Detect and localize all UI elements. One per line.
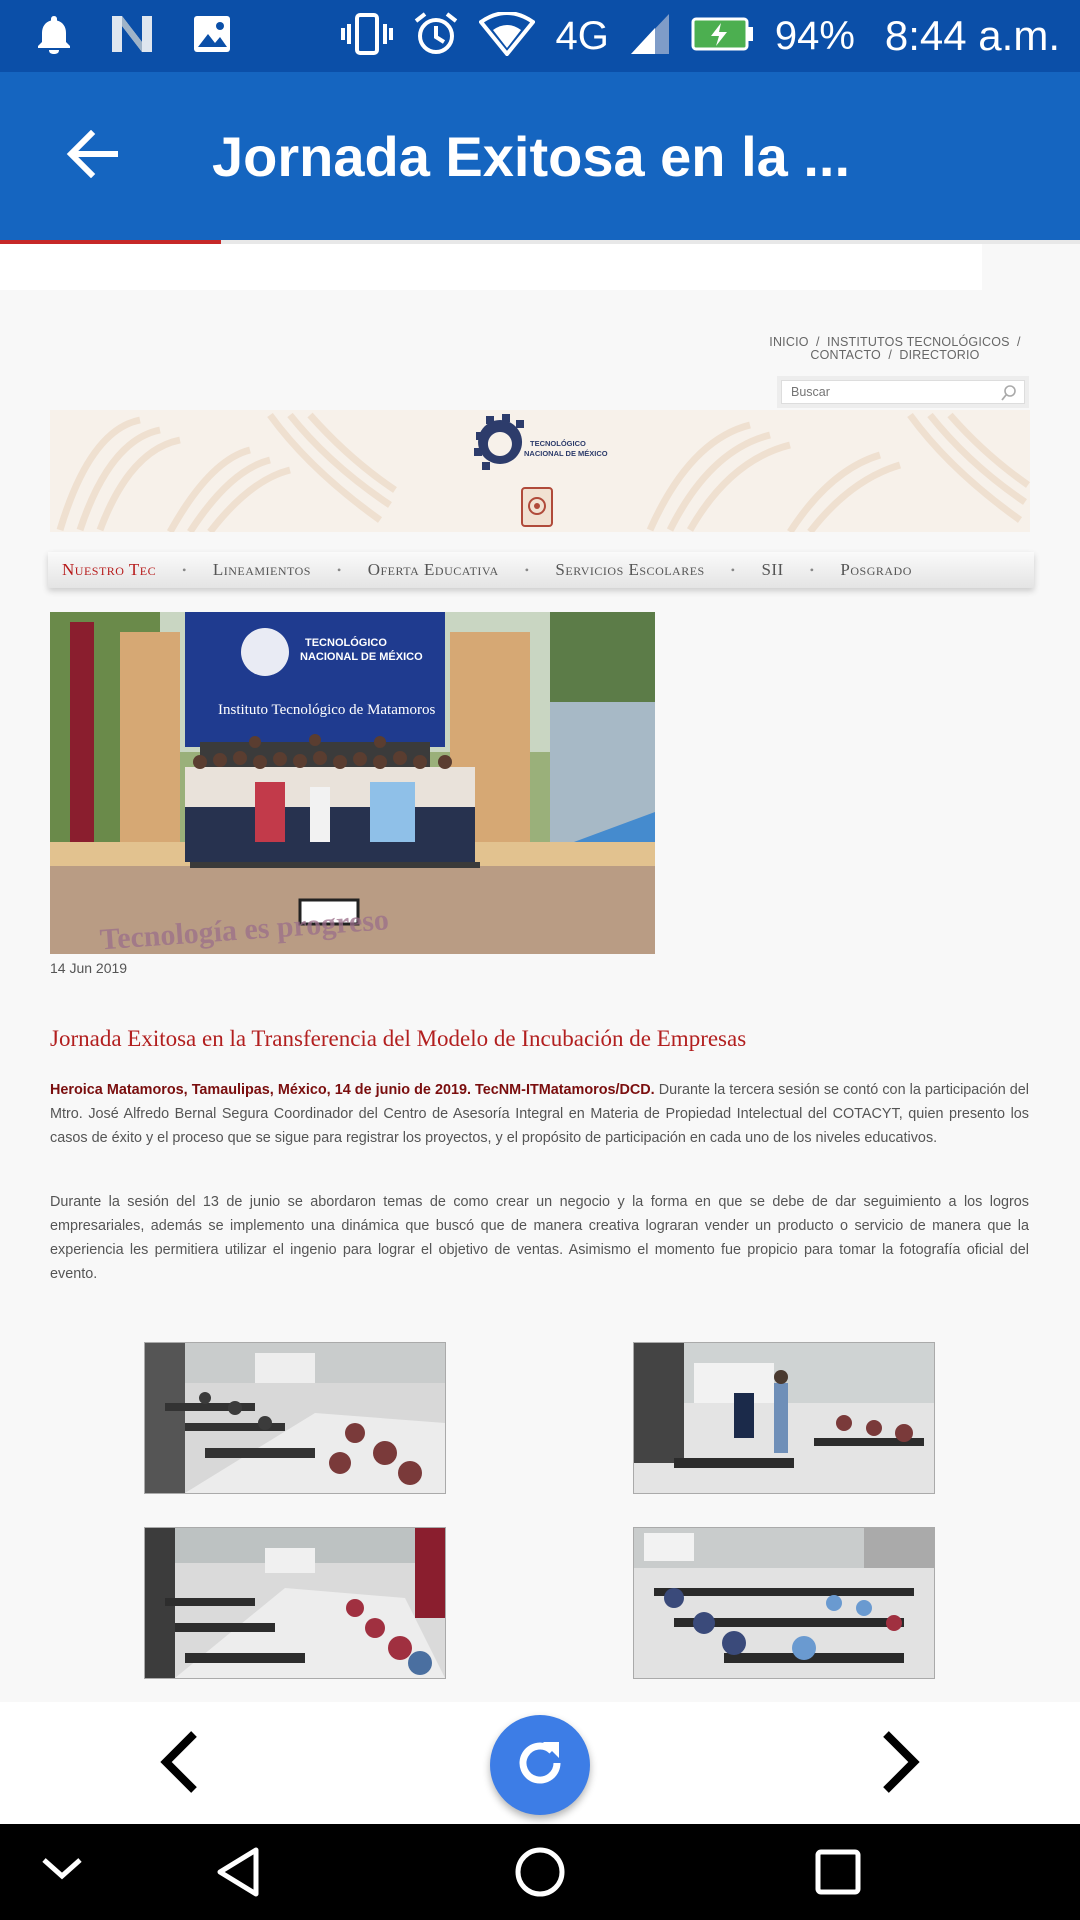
svg-text:NACIONAL DE MÉXICO: NACIONAL DE MÉXICO — [524, 449, 608, 458]
article-date: 14 Jun 2019 — [50, 960, 128, 976]
article-title: Jornada Exitosa en la Transferencia del … — [50, 1026, 747, 1051]
search-box — [777, 376, 1029, 408]
n-icon — [110, 14, 154, 59]
main-nav: Nuestro Tec • Lineamientos • Oferta Educ… — [48, 552, 1034, 588]
collapse-icon — [40, 1858, 84, 1888]
wifi-icon — [478, 10, 537, 61]
alarm-icon — [413, 11, 459, 62]
nav-posgrado[interactable]: Posgrado — [840, 560, 911, 580]
recents-square-icon — [814, 1849, 862, 1900]
article-hero-photo[interactable]: TECNOLÓGICO NACIONAL DE MÉXICO Instituto… — [50, 612, 655, 954]
gallery-photo-2[interactable] — [633, 1342, 935, 1494]
status-bar: 4G 94% 8:44 a.m. — [0, 0, 1080, 72]
link-directorio[interactable]: DIRECTORIO — [899, 348, 979, 362]
chevron-left-icon — [150, 1731, 210, 1798]
webview-top-band — [0, 244, 982, 290]
page-title: Jornada Exitosa en la ... — [212, 124, 851, 188]
next-page-button[interactable] — [870, 1730, 930, 1794]
logo-text-line2: NACIONAL DE MÉXICO — [524, 449, 608, 458]
home-circle-icon — [514, 1847, 566, 1902]
browser-bottom-bar — [0, 1702, 1080, 1824]
top-links: INICIO / INSTITUTOS TECNOLÓGICOS / CONTA… — [769, 335, 1021, 362]
nav-lineamientos[interactable]: Lineamientos — [213, 560, 311, 580]
banner-pattern-left — [56, 412, 397, 532]
refresh-button[interactable] — [490, 1715, 590, 1815]
system-home-button[interactable] — [514, 1846, 566, 1903]
bell-icon — [36, 14, 72, 59]
tecnm-logo[interactable]: TECNOLÓGICO NACIONAL DE MÉXICO — [472, 414, 612, 532]
hero-sign-line3: Instituto Tecnológico de Matamoros — [218, 702, 436, 718]
nav-oferta-educativa[interactable]: Oferta Educativa — [368, 560, 499, 580]
link-inicio[interactable]: INICIO — [769, 335, 808, 349]
hero-sign-line1: TECNOLÓGICO — [305, 636, 387, 649]
site-banner: TECNOLÓGICO NACIONAL DE MÉXICO — [50, 410, 1030, 532]
back-triangle-icon — [214, 1847, 262, 1902]
nav-nuestro-tec[interactable]: Nuestro Tec — [62, 560, 156, 580]
signal-icon — [629, 12, 671, 61]
prev-page-button[interactable] — [150, 1730, 210, 1794]
svg-text:TECNOLÓGICO: TECNOLÓGICO — [530, 439, 586, 448]
banner-pattern-right — [646, 412, 1030, 532]
collapse-button[interactable] — [40, 1854, 84, 1889]
network-type: 4G — [555, 13, 609, 58]
search-field-wrapper — [781, 380, 1025, 404]
battery-level: 94% — [774, 13, 855, 58]
refresh-icon — [513, 1736, 567, 1795]
search-input[interactable] — [782, 381, 991, 403]
webview-content[interactable]: INICIO / INSTITUTOS TECNOLÓGICOS / CONTA… — [0, 290, 1080, 1702]
gallery-photo-3[interactable] — [144, 1527, 446, 1679]
back-button[interactable] — [50, 114, 134, 198]
app-bar: Jornada Exitosa en la ... — [0, 72, 1080, 240]
nav-sii[interactable]: SII — [761, 560, 783, 580]
battery-icon — [691, 17, 755, 56]
hero-sign-line2: NACIONAL DE MÉXICO — [300, 650, 423, 663]
search-icon[interactable] — [1000, 384, 1018, 407]
system-back-button[interactable] — [214, 1846, 262, 1903]
article-paragraph-1: Heroica Matamoros, Tamaulipas, México, 1… — [50, 1078, 1029, 1150]
logo-text-line1: TECNOLÓGICO — [530, 439, 586, 448]
system-recents-button[interactable] — [814, 1848, 862, 1901]
clock: 8:44 a.m. — [884, 12, 1060, 59]
image-icon — [192, 14, 232, 59]
link-contacto[interactable]: CONTACTO — [810, 348, 881, 362]
article-lead-bold: Heroica Matamoros, Tamaulipas, México, 1… — [50, 1082, 655, 1098]
chevron-right-icon — [870, 1731, 930, 1798]
link-institutos[interactable]: INSTITUTOS TECNOLÓGICOS — [827, 335, 1010, 349]
article-paragraph-2: Durante la sesión del 13 de junio se abo… — [50, 1194, 1029, 1282]
system-navigation-bar — [0, 1824, 1080, 1920]
arrow-back-icon — [65, 129, 119, 183]
vibrate-icon — [341, 12, 394, 61]
nav-servicios-escolares[interactable]: Servicios Escolares — [555, 560, 704, 580]
gallery-photo-1[interactable] — [144, 1342, 446, 1494]
gallery-photo-4[interactable] — [633, 1527, 935, 1679]
